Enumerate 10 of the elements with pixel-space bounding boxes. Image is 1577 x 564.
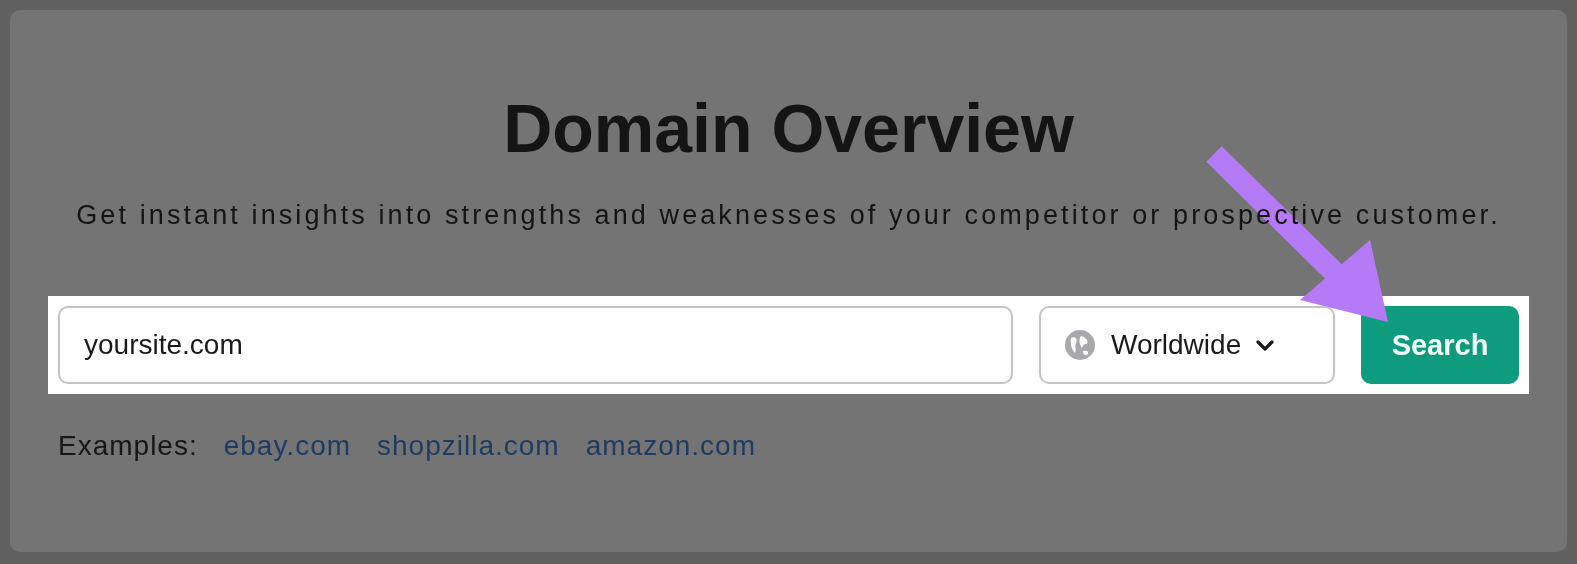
chevron-down-icon	[1255, 338, 1276, 352]
example-link[interactable]: shopzilla.com	[377, 430, 560, 462]
search-button[interactable]: Search	[1361, 306, 1519, 384]
example-link[interactable]: ebay.com	[223, 430, 352, 462]
globe-icon	[1063, 328, 1097, 362]
examples-label: Examples:	[58, 430, 198, 462]
domain-input-field[interactable]: yoursite.com	[58, 306, 1013, 384]
region-dropdown[interactable]: Worldwide	[1039, 306, 1335, 384]
example-link[interactable]: amazon.com	[585, 430, 756, 462]
page-title: Domain Overview	[503, 89, 1074, 168]
